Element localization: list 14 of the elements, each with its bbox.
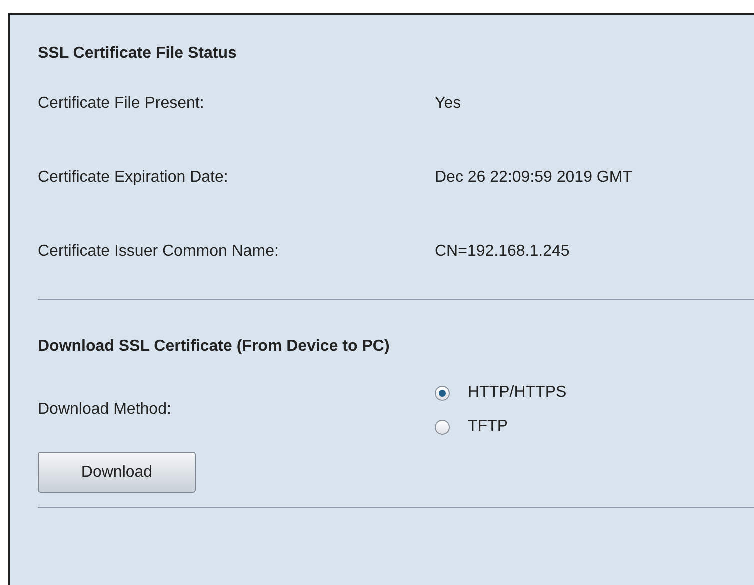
field-label: Certificate Issuer Common Name: (38, 242, 280, 262)
field-value: Dec 26 22:09:59 2019 GMT (435, 168, 632, 188)
download-button[interactable]: Download (38, 452, 196, 493)
field-value: CN=192.168.1.245 (435, 242, 570, 262)
section-title: SSL Certificate File Status (38, 44, 238, 64)
field-label: Download Method: (38, 400, 172, 420)
field-label: Certificate Expiration Date: (38, 168, 230, 188)
field-label: Certificate File Present: (38, 94, 206, 114)
radio-button[interactable] (435, 420, 450, 434)
field-value: Yes (435, 94, 462, 114)
section-title: Download SSL Certificate (From Device to PC) (38, 337, 391, 357)
radio-option[interactable]: HTTP/HTTPS (435, 382, 567, 404)
radio-button[interactable] (435, 386, 450, 400)
radio-option[interactable]: TFTP (435, 416, 567, 438)
